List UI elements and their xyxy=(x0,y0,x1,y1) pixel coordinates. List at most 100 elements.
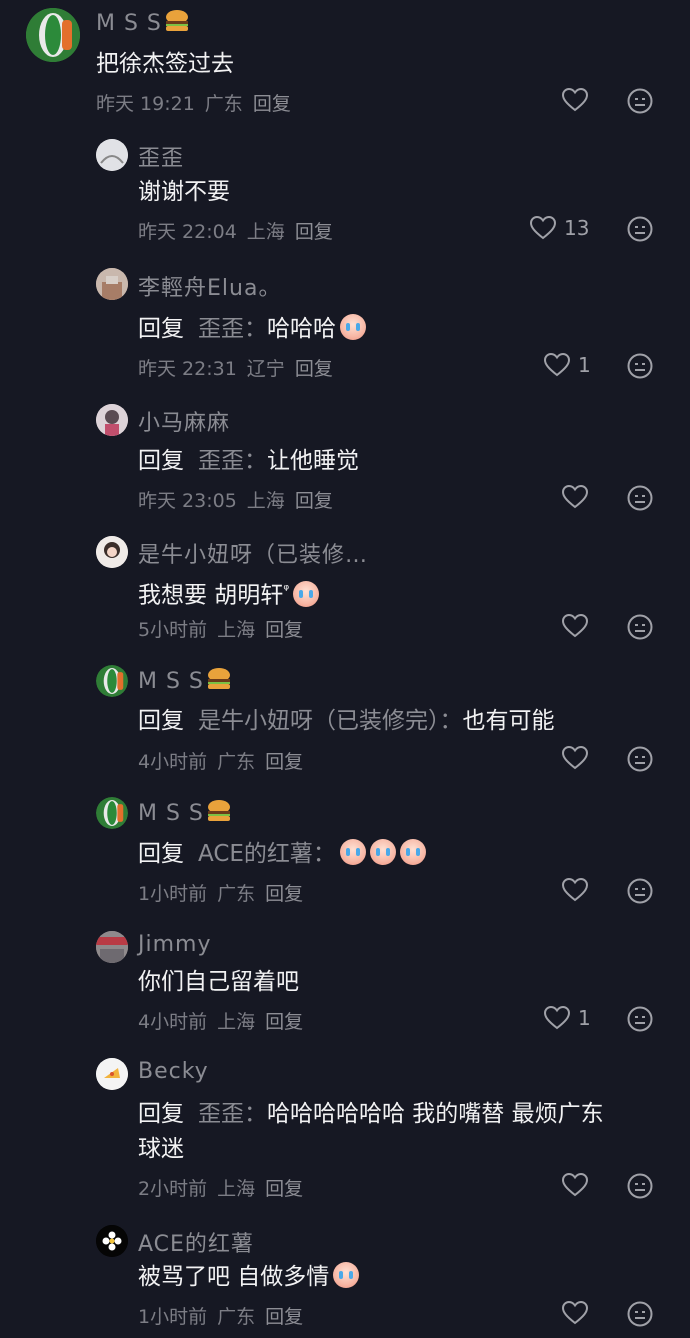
comment-author[interactable]: M S S xyxy=(138,666,232,694)
comment-location: 广东 xyxy=(217,751,256,773)
comment-author[interactable]: M S S xyxy=(138,798,232,826)
comment-text: 谢谢不要 xyxy=(138,179,230,205)
reply-button[interactable]: 回复 xyxy=(295,358,333,380)
reply-button[interactable]: 回复 xyxy=(265,1178,303,1200)
comment-text: 回复 歪歪：哈哈哈 xyxy=(138,311,366,347)
neutral-face-icon[interactable] xyxy=(627,216,653,242)
comment-time: 2小时前 xyxy=(138,1178,208,1200)
comment-author[interactable]: 是牛小妞呀（已装修… xyxy=(138,537,368,569)
like-button[interactable] xyxy=(562,614,596,638)
comment-author[interactable]: 歪歪 xyxy=(138,140,184,172)
comment-time: 昨天 23:05 xyxy=(138,490,237,512)
reply-prefix: 回复 xyxy=(138,708,184,734)
burger-emoji xyxy=(165,10,188,31)
comment-location: 辽宁 xyxy=(246,358,285,380)
comment-meta: 昨天 23:05 上海 回复 xyxy=(138,486,343,513)
comment-text: 回复 歪歪：哈哈哈哈哈哈 我的嘴替 最烦广东 xyxy=(138,1096,604,1132)
avatar[interactable] xyxy=(96,268,128,300)
neutral-face-icon[interactable] xyxy=(627,1301,653,1327)
crying-face-emoji xyxy=(293,580,320,607)
comment-text: 被骂了吧 自做多情 xyxy=(138,1259,360,1295)
avatar[interactable] xyxy=(96,1225,128,1257)
comment-author[interactable]: ACE的红薯 xyxy=(138,1226,254,1258)
crying-face-emoji xyxy=(399,839,426,865)
neutral-face-icon[interactable] xyxy=(627,878,653,904)
comment-text: 我想要 胡明轩ᵠ xyxy=(138,572,320,614)
reply-target[interactable]: ACE的红薯： xyxy=(198,841,336,867)
avatar[interactable] xyxy=(96,797,128,829)
comment-meta: 昨天 19:21 广东 回复 xyxy=(96,89,301,116)
like-button[interactable]: 1 xyxy=(544,1006,591,1030)
reply-target[interactable]: 是牛小妞呀（已装修完）： xyxy=(198,708,463,734)
comment-time: 昨天 19:21 xyxy=(96,93,195,115)
comment-text: 回复 歪歪：让他睡觉 xyxy=(138,443,359,479)
crying-face-emoji xyxy=(340,314,366,340)
comment-meta: 5小时前 上海 回复 xyxy=(138,615,313,642)
avatar[interactable] xyxy=(96,931,128,963)
comment-meta: 4小时前 广东 回复 xyxy=(138,747,313,774)
like-count: 13 xyxy=(564,216,590,240)
reply-button[interactable]: 回复 xyxy=(265,883,303,905)
reply-text: 哈哈哈哈哈哈 我的嘴替 最烦广东 xyxy=(267,1101,604,1127)
comment-text: 把徐杰签过去 xyxy=(96,51,234,77)
comment-location: 广东 xyxy=(217,1306,256,1328)
reply-button[interactable]: 回复 xyxy=(265,751,303,773)
avatar[interactable] xyxy=(96,1058,128,1090)
avatar[interactable] xyxy=(96,139,128,171)
reply-text: 被骂了吧 自做多情 xyxy=(138,1264,330,1290)
like-button[interactable] xyxy=(562,1301,596,1325)
comment-author[interactable]: 李輕舟Elua。 xyxy=(138,270,281,302)
comment-author[interactable]: Becky xyxy=(138,1059,209,1084)
reply-prefix: 回复 xyxy=(138,448,184,474)
neutral-face-icon[interactable] xyxy=(627,353,653,379)
comment-author[interactable]: Jimmy xyxy=(138,932,211,957)
comment-author[interactable]: 小马麻麻 xyxy=(138,405,230,437)
reply-target[interactable]: 歪歪： xyxy=(198,316,267,342)
reply-text: 也有可能 xyxy=(462,708,555,734)
comment-time: 昨天 22:04 xyxy=(138,221,237,243)
comment-text-continued: 球迷 xyxy=(138,1136,184,1162)
like-button[interactable] xyxy=(562,746,596,770)
reply-button[interactable]: 回复 xyxy=(265,1306,303,1328)
heart-outline-icon xyxy=(562,746,588,770)
crying-face-emoji xyxy=(369,839,396,865)
reply-prefix: 回复 xyxy=(138,841,184,867)
heart-outline-icon xyxy=(562,878,588,902)
like-button[interactable]: 1 xyxy=(544,353,591,377)
reply-button[interactable]: 回复 xyxy=(265,1011,303,1033)
like-button[interactable]: 13 xyxy=(530,216,589,240)
comment-meta: 昨天 22:04 上海 回复 xyxy=(138,217,343,244)
neutral-face-icon[interactable] xyxy=(627,1173,653,1199)
reply-button[interactable]: 回复 xyxy=(295,490,333,512)
comment-meta: 1小时前 广东 回复 xyxy=(138,879,313,906)
comment-time: 1小时前 xyxy=(138,1306,208,1328)
like-count: 1 xyxy=(578,353,591,377)
heart-outline-icon xyxy=(562,1173,588,1197)
comment-location: 上海 xyxy=(246,221,285,243)
burger-emoji xyxy=(207,800,230,821)
neutral-face-icon[interactable] xyxy=(627,485,653,511)
heart-outline-icon xyxy=(544,1006,570,1030)
comment-time: 5小时前 xyxy=(138,619,208,641)
like-button[interactable] xyxy=(562,1173,596,1197)
comment-author[interactable]: M S S xyxy=(96,8,190,36)
neutral-face-icon[interactable] xyxy=(627,1006,653,1032)
avatar[interactable] xyxy=(96,536,128,568)
neutral-face-icon[interactable] xyxy=(627,746,653,772)
reply-target[interactable]: 歪歪： xyxy=(198,1101,267,1127)
avatar[interactable] xyxy=(96,665,128,697)
neutral-face-icon[interactable] xyxy=(627,88,653,114)
heart-outline-icon xyxy=(530,216,556,240)
reply-text: 让他睡觉 xyxy=(267,448,359,474)
neutral-face-icon[interactable] xyxy=(627,614,653,640)
reply-target[interactable]: 歪歪： xyxy=(198,448,267,474)
reply-button[interactable]: 回复 xyxy=(253,93,291,115)
like-button[interactable] xyxy=(562,485,596,509)
reply-button[interactable]: 回复 xyxy=(265,619,303,641)
reply-button[interactable]: 回复 xyxy=(295,221,333,243)
avatar[interactable] xyxy=(26,8,80,62)
like-button[interactable] xyxy=(562,878,596,902)
like-button[interactable] xyxy=(562,88,596,112)
avatar[interactable] xyxy=(96,404,128,436)
comment-location: 上海 xyxy=(217,619,256,641)
